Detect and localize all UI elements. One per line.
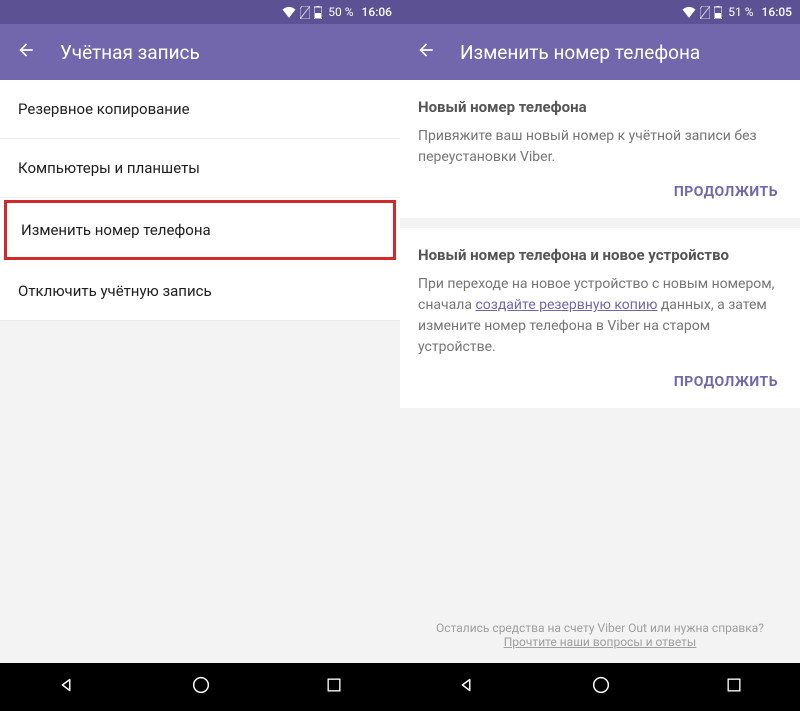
footer-note: Остались средства на счету Viber Out или… [400, 611, 800, 663]
battery-icon [314, 6, 322, 19]
wifi-icon [682, 6, 696, 18]
list-item-label: Отключить учётную запись [18, 282, 212, 300]
sim-icon [700, 6, 710, 19]
nav-bar [0, 663, 400, 711]
settings-list: Резервное копирование Компьютеры и планш… [0, 80, 400, 321]
phone-right: 51 % 16:05 Изменить номер телефона Новый… [400, 0, 800, 711]
battery-icon [714, 6, 722, 19]
page-title: Учётная запись [60, 41, 200, 64]
wifi-icon [282, 6, 296, 18]
continue-button[interactable]: ПРОДОЛЖИТЬ [418, 358, 782, 398]
back-arrow-icon[interactable] [416, 40, 436, 64]
app-bar: Изменить номер телефона [400, 24, 800, 80]
app-bar: Учётная запись [0, 24, 400, 80]
list-item-label: Компьютеры и планшеты [18, 159, 200, 177]
nav-recent-icon[interactable] [324, 675, 344, 699]
footer-text: Остались средства на счету Viber Out или… [436, 621, 764, 635]
list-item-deactivate[interactable]: Отключить учётную запись [0, 262, 400, 321]
card-body: При переходе на новое устройство с новым… [418, 274, 782, 358]
back-arrow-icon[interactable] [16, 40, 36, 64]
content-area: Новый номер телефона Привяжите ваш новый… [400, 80, 800, 663]
page-title: Изменить номер телефона [460, 41, 700, 64]
list-item-change-number[interactable]: Изменить номер телефона [4, 200, 396, 260]
nav-home-icon[interactable] [590, 674, 612, 700]
status-bar: 51 % 16:05 [400, 0, 800, 24]
continue-button[interactable]: ПРОДОЛЖИТЬ [418, 168, 782, 208]
content-area: Резервное копирование Компьютеры и планш… [0, 80, 400, 663]
list-item-devices[interactable]: Компьютеры и планшеты [0, 139, 400, 198]
clock: 16:05 [762, 5, 792, 19]
card-new-number: Новый номер телефона Привяжите ваш новый… [400, 80, 800, 218]
sim-icon [300, 6, 310, 19]
nav-home-icon[interactable] [190, 674, 212, 700]
battery-percentage: 50 % [328, 5, 353, 19]
phone-left: 50 % 16:06 Учётная запись Резервное копи… [0, 0, 400, 711]
nav-back-icon[interactable] [56, 674, 78, 700]
nav-back-icon[interactable] [456, 674, 478, 700]
list-item-label: Резервное копирование [18, 100, 190, 118]
backup-link[interactable]: создайте резервную копию [475, 297, 657, 313]
card-new-number-device: Новый номер телефона и новое устройство … [400, 228, 800, 408]
battery-percentage: 51 % [728, 5, 753, 19]
card-title: Новый номер телефона и новое устройство [418, 246, 782, 264]
list-item-backup[interactable]: Резервное копирование [0, 80, 400, 139]
list-item-label: Изменить номер телефона [21, 221, 211, 239]
card-body: Привяжите ваш новый номер к учётной запи… [418, 126, 782, 168]
status-bar: 50 % 16:06 [0, 0, 400, 24]
nav-bar [400, 663, 800, 711]
clock: 16:06 [362, 5, 392, 19]
card-title: Новый номер телефона [418, 98, 782, 116]
nav-recent-icon[interactable] [724, 675, 744, 699]
faq-link[interactable]: Прочтите наши вопросы и ответы [416, 635, 784, 649]
